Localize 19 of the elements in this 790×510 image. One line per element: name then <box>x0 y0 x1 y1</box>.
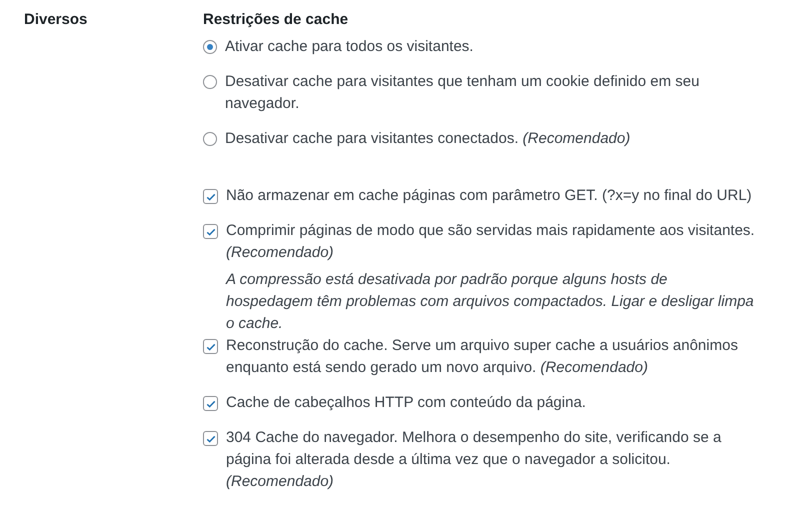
checkbox[interactable] <box>203 224 218 239</box>
section-label: Diversos <box>24 10 88 30</box>
checkbox[interactable] <box>203 396 218 411</box>
radio-button[interactable] <box>203 40 217 54</box>
checkbox[interactable] <box>203 189 218 204</box>
group-title: Restrições de cache <box>203 10 350 30</box>
option-label: Não armazenar em cache páginas com parâmetro GET. (?x=y no final do URL) <box>226 186 753 206</box>
checkbox[interactable] <box>203 431 218 446</box>
radio-button[interactable] <box>203 75 217 89</box>
option-label: Desativar cache para visitantes conectados. (Recomendado) <box>225 129 632 149</box>
option-label: 304 Cache do navegador. Melhora o desempenho do site, verificando se a página foi alterada desde a última vez que o navegador a solicitou. (Recomendado) <box>226 428 722 492</box>
option-label: Ativar cache para todos os visitantes. <box>225 37 474 57</box>
option-label: Cache de cabeçalhos HTTP com conteúdo da página. <box>226 393 587 413</box>
radio-button[interactable] <box>203 132 217 146</box>
option-label: Comprimir páginas de modo que são servidas mais rapidamente aos visitantes. (Recomendado) <box>226 221 756 263</box>
checkbox[interactable] <box>203 339 218 354</box>
option-label: Desativar cache para visitantes que tenham um cookie definido em seu navegador. <box>225 72 700 114</box>
description-text: A compressão está desativada por padrão porque alguns hosts de hospedagem têm problemas com arquivos compactados. Ligar e desligar limpa o cache. <box>224 270 755 334</box>
option-label: Reconstrução do cache. Serve um arquivo super cache a usuários anônimos enquanto está sendo gerado um novo arquivo. (Recomendado) <box>226 336 739 378</box>
